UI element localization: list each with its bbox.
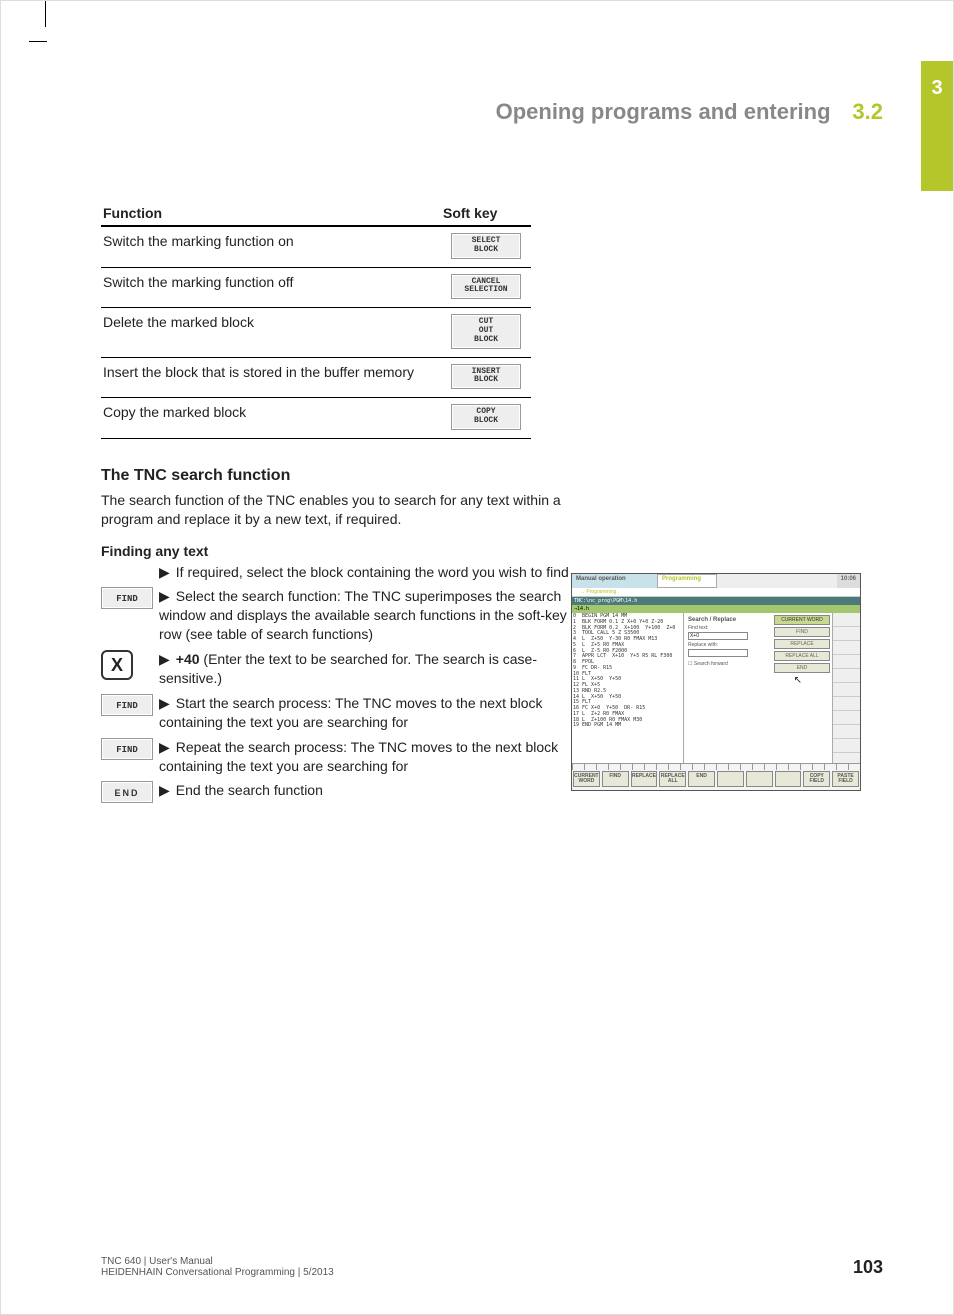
step-text: Repeat the search process: The TNC moves… <box>159 739 558 774</box>
fn-text: Insert the block that is stored in the b… <box>101 357 441 398</box>
fn-text: Switch the marking function off <box>101 267 441 308</box>
arrow-icon: ▶ <box>159 781 170 800</box>
ss-sk[interactable]: COPY FIELD <box>803 771 830 787</box>
table-row: Switch the marking function on SELECT BL… <box>101 226 531 267</box>
arrow-icon: ▶ <box>159 738 170 757</box>
ss-softkey-row: CURRENT WORD FIND REPLACE REPLACE ALL EN… <box>572 770 860 788</box>
softkey-find[interactable]: FIND <box>101 587 153 609</box>
arrow-icon: ▶ <box>159 563 170 582</box>
ss-sk[interactable]: FIND <box>602 771 629 787</box>
chapter-tab: 3 <box>921 61 953 191</box>
softkey-insert-block[interactable]: INSERT BLOCK <box>451 364 521 390</box>
ss-sk[interactable] <box>746 771 773 787</box>
ss-dialog: Search / Replace Find text: X+0 Replace … <box>684 613 832 763</box>
cursor-icon: ↖ <box>794 675 802 686</box>
search-heading: The TNC search function <box>101 467 861 485</box>
step-text: Select the search function: The TNC supe… <box>159 588 567 642</box>
col-function: Function <box>101 201 441 226</box>
arrow-icon: ▶ <box>159 587 170 606</box>
softkey-end[interactable]: END <box>101 781 153 803</box>
softkey-copy-block[interactable]: COPY BLOCK <box>451 404 521 430</box>
arrow-icon: ▶ <box>159 694 170 713</box>
ss-btn-current-word[interactable]: CURRENT WORD <box>774 615 830 625</box>
ss-path: TNC:\nc_prog\PGM\14.h <box>572 597 860 605</box>
fn-text: Delete the marked block <box>101 308 441 357</box>
ss-btn-find[interactable]: FIND <box>774 627 830 637</box>
ss-right-bar <box>832 613 860 763</box>
steps-list: ▶ If required, select the block containin… <box>101 563 571 804</box>
ss-code: 0 BEGIN PGM 14 MM 1 BLK FORM 0.1 Z X+0 Y… <box>572 613 684 763</box>
page-header: Opening programs and entering 3.2 <box>101 99 883 133</box>
page-number: 103 <box>853 1257 883 1278</box>
softkey-cancel-selection[interactable]: CANCEL SELECTION <box>451 274 521 300</box>
ss-highlight: →14.h <box>572 605 860 613</box>
ss-btn-end[interactable]: END <box>774 663 830 673</box>
ss-sk[interactable]: PASTE FIELD <box>832 771 859 787</box>
ss-time: 10:06 <box>837 574 860 588</box>
ss-sk[interactable]: REPLACE ALL <box>659 771 686 787</box>
search-sub: Finding any text <box>101 543 861 559</box>
footer-line2: HEIDENHAIN Conversational Programming | … <box>101 1267 883 1278</box>
step-text: Start the search process: The TNC moves … <box>159 695 543 730</box>
function-table: Function Soft key Switch the marking fun… <box>101 201 531 439</box>
col-softkey: Soft key <box>441 201 531 226</box>
table-row: Copy the marked block COPY BLOCK <box>101 398 531 439</box>
ss-btn-replace[interactable]: REPLACE <box>774 639 830 649</box>
ss-sub: → Programming <box>572 588 860 597</box>
fn-text: Copy the marked block <box>101 398 441 439</box>
tnc-screenshot: Manual operation Programming 10:06 → Pro… <box>571 573 861 791</box>
search-lead: The search function of the TNC enables y… <box>101 491 571 529</box>
ss-mode-right: Programming <box>657 574 717 588</box>
ss-btn-replace-all[interactable]: REPLACE ALL <box>774 651 830 661</box>
footer: TNC 640 | User's Manual HEIDENHAIN Conve… <box>101 1256 883 1278</box>
table-row: Insert the block that is stored in the b… <box>101 357 531 398</box>
section-number: 3.2 <box>852 99 883 124</box>
table-row: Delete the marked block CUT OUT BLOCK <box>101 308 531 357</box>
fn-text: Switch the marking function on <box>101 226 441 267</box>
ss-mode-left: Manual operation <box>572 574 657 588</box>
step-text: If required, select the block containing… <box>176 564 569 580</box>
step-text: (Enter the text to be searched for. The … <box>159 651 537 686</box>
ss-replace-input[interactable] <box>688 649 748 657</box>
key-x[interactable]: X <box>101 650 133 680</box>
softkey-find[interactable]: FIND <box>101 694 153 716</box>
step-bold: +40 <box>176 651 200 667</box>
footer-line1: TNC 640 | User's Manual <box>101 1256 883 1267</box>
ss-sk[interactable]: END <box>688 771 715 787</box>
softkey-select-block[interactable]: SELECT BLOCK <box>451 233 521 259</box>
ss-ruler <box>572 763 860 770</box>
ss-sk[interactable]: REPLACE <box>631 771 658 787</box>
step-text: End the search function <box>176 782 323 798</box>
arrow-icon: ▶ <box>159 650 170 669</box>
crop-mark <box>45 1 46 27</box>
page-title: Opening programs and entering <box>496 99 831 124</box>
crop-mark <box>29 41 47 42</box>
softkey-find[interactable]: FIND <box>101 738 153 760</box>
table-row: Switch the marking function off CANCEL S… <box>101 267 531 308</box>
softkey-cut-out-block[interactable]: CUT OUT BLOCK <box>451 314 521 348</box>
ss-sk[interactable] <box>717 771 744 787</box>
ss-sk[interactable]: CURRENT WORD <box>573 771 600 787</box>
ss-sk[interactable] <box>775 771 802 787</box>
ss-find-input[interactable]: X+0 <box>688 632 748 640</box>
